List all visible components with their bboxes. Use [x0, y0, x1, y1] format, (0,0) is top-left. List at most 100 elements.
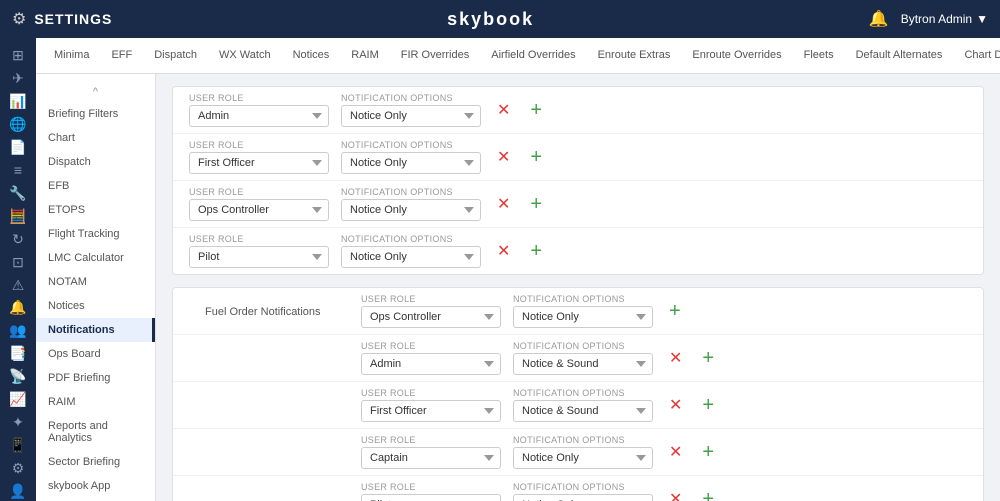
- secondary-item-skybook-app[interactable]: skybook App: [36, 474, 155, 498]
- tab-eff[interactable]: EFF: [101, 38, 142, 73]
- sidebar-icon-alert[interactable]: ⚠: [2, 276, 34, 295]
- tab-fir-overrides[interactable]: FIR Overrides: [391, 38, 479, 73]
- sidebar-icon-ops[interactable]: ⊡: [2, 253, 34, 272]
- sidebar-icon-bell[interactable]: 🔔: [2, 298, 34, 317]
- tab-default-alternates[interactable]: Default Alternates: [846, 38, 953, 73]
- sidebar-icon-pdf[interactable]: 📑: [2, 344, 34, 363]
- sidebar-icon-doc[interactable]: 📄: [2, 138, 34, 157]
- secondary-item-sector-briefing[interactable]: Sector Briefing: [36, 450, 155, 474]
- remove-row-button[interactable]: ✕: [493, 100, 514, 120]
- tab-chart-defaults[interactable]: Chart Defaults: [954, 38, 1000, 73]
- sidebar-icon-grid[interactable]: ⊞: [2, 46, 34, 65]
- notification-options-select[interactable]: Notice Only Notice & Sound None: [341, 246, 481, 268]
- tab-minima[interactable]: Minima: [44, 38, 99, 73]
- tab-wx-watch[interactable]: WX Watch: [209, 38, 281, 73]
- tab-dispatch[interactable]: Dispatch: [144, 38, 207, 73]
- sidebar-icon-sector[interactable]: ✦: [2, 413, 34, 432]
- tab-airfield-overrides[interactable]: Airfield Overrides: [481, 38, 585, 73]
- header-title: SETTINGS: [34, 11, 112, 27]
- notification-options-select[interactable]: Notice Only Notice & Sound None: [341, 199, 481, 221]
- secondary-item-notam[interactable]: NOTAM: [36, 270, 155, 294]
- user-role-group: User Role Admin First Officer Ops Contro…: [361, 435, 501, 469]
- sidebar-icon-people[interactable]: 👥: [2, 321, 34, 340]
- secondary-item-reports-analytics[interactable]: Reports and Analytics: [36, 414, 155, 450]
- sidebar-icon-chart[interactable]: 📊: [2, 92, 34, 111]
- header-bell-icon[interactable]: 🔔: [869, 9, 889, 29]
- add-row-button[interactable]: +: [698, 441, 718, 464]
- notification-options-select[interactable]: Notice Only Notice & Sound None: [341, 105, 481, 127]
- sidebar-icon-calc[interactable]: 🧮: [2, 207, 34, 226]
- secondary-item-notifications[interactable]: Notifications: [36, 318, 155, 342]
- secondary-item-briefing-filters[interactable]: Briefing Filters: [36, 102, 155, 126]
- add-row-button[interactable]: +: [526, 99, 546, 122]
- add-row-button[interactable]: +: [665, 300, 685, 323]
- remove-row-button[interactable]: ✕: [665, 442, 686, 462]
- sidebar-icon-plane[interactable]: ✈: [2, 69, 34, 88]
- notification-options-select[interactable]: Notice Only Notice & Sound None: [513, 400, 653, 422]
- user-role-select[interactable]: Admin First Officer Ops Controller Capta…: [361, 494, 501, 501]
- header-user[interactable]: Bytron Admin ▼: [901, 12, 988, 26]
- notification-options-select[interactable]: Notice Only Notice & Sound None: [341, 152, 481, 174]
- remove-row-button[interactable]: ✕: [493, 241, 514, 261]
- notification-options-label: Notification Options: [513, 388, 653, 398]
- add-row-button[interactable]: +: [698, 394, 718, 417]
- secondary-sidebar-collapse[interactable]: ^: [36, 82, 155, 102]
- user-role-select[interactable]: Admin First Officer Ops Controller Capta…: [361, 447, 501, 469]
- secondary-item-chart[interactable]: Chart: [36, 126, 155, 150]
- remove-row-button[interactable]: ✕: [665, 489, 686, 501]
- add-row-button[interactable]: +: [698, 347, 718, 370]
- tab-notices[interactable]: Notices: [283, 38, 340, 73]
- notification-options-label: Notification Options: [341, 187, 481, 197]
- notification-row: User Role Admin First Officer Ops Contro…: [173, 476, 983, 501]
- sidebar-icon-refresh[interactable]: ↻: [2, 230, 34, 249]
- notification-options-group: Notification Options Notice Only Notice …: [341, 187, 481, 221]
- tab-enroute-extras[interactable]: Enroute Extras: [588, 38, 681, 73]
- secondary-item-dispatch[interactable]: Dispatch: [36, 150, 155, 174]
- remove-row-button[interactable]: ✕: [493, 194, 514, 214]
- user-role-select[interactable]: Admin First Officer Ops Controller Capta…: [189, 199, 329, 221]
- remove-row-button[interactable]: ✕: [665, 395, 686, 415]
- add-row-button[interactable]: +: [526, 240, 546, 263]
- sidebar-icon-globe[interactable]: 🌐: [2, 115, 34, 134]
- icon-sidebar: ⊞ ✈ 📊 🌐 📄 ≡ 🔧 🧮 ↻ ⊡ ⚠ 🔔 👥 📑 📡 📈 ✦ 📱 ⚙ 👤: [0, 38, 36, 501]
- sidebar-icon-tools[interactable]: 🔧: [2, 184, 34, 203]
- secondary-item-pdf-briefing[interactable]: PDF Briefing: [36, 366, 155, 390]
- tab-raim[interactable]: RAIM: [341, 38, 389, 73]
- notification-row: Fuel Order Notifications User Role Admin…: [173, 288, 983, 335]
- user-role-select[interactable]: Admin First Officer Ops Controller Capta…: [361, 353, 501, 375]
- sidebar-icon-settings2[interactable]: ⚙: [2, 459, 34, 478]
- user-role-select[interactable]: Admin First Officer Ops Controller Capta…: [361, 400, 501, 422]
- add-row-button[interactable]: +: [526, 146, 546, 169]
- notification-options-select[interactable]: Notice Only Notice & Sound None: [513, 353, 653, 375]
- sidebar-icon-phone[interactable]: 📱: [2, 436, 34, 455]
- sidebar-icon-user[interactable]: 👤: [2, 482, 34, 501]
- remove-row-button[interactable]: ✕: [493, 147, 514, 167]
- notification-options-label: Notification Options: [513, 482, 653, 492]
- user-role-label: User Role: [361, 482, 501, 492]
- tab-fleets[interactable]: Fleets: [794, 38, 844, 73]
- user-role-select[interactable]: Admin First Officer Ops Controller Capta…: [189, 105, 329, 127]
- notification-options-select[interactable]: Notice Only Notice & Sound None: [513, 447, 653, 469]
- sidebar-icon-wifi[interactable]: 📡: [2, 367, 34, 386]
- add-row-button[interactable]: +: [526, 193, 546, 216]
- secondary-item-ops-board[interactable]: Ops Board: [36, 342, 155, 366]
- user-role-select[interactable]: Admin First Officer Ops Controller Capta…: [189, 152, 329, 174]
- secondary-item-etops[interactable]: ETOPS: [36, 198, 155, 222]
- notification-options-select[interactable]: Notice Only Notice & Sound None: [513, 306, 653, 328]
- tab-enroute-overrides[interactable]: Enroute Overrides: [682, 38, 791, 73]
- sidebar-icon-analytics[interactable]: 📈: [2, 390, 34, 409]
- secondary-item-lmc-calculator[interactable]: LMC Calculator: [36, 246, 155, 270]
- user-role-select[interactable]: Admin First Officer Ops Controller Capta…: [361, 306, 501, 328]
- sidebar-icon-layers[interactable]: ≡: [2, 161, 34, 180]
- add-row-button[interactable]: +: [698, 488, 718, 501]
- notification-options-select[interactable]: Notice Only Notice & Sound None: [513, 494, 653, 501]
- remove-row-button[interactable]: ✕: [665, 348, 686, 368]
- header: ⚙ SETTINGS skybook 🔔 Bytron Admin ▼: [0, 0, 1000, 38]
- secondary-item-efb[interactable]: EFB: [36, 174, 155, 198]
- secondary-item-notices[interactable]: Notices: [36, 294, 155, 318]
- notification-options-label: Notification Options: [341, 140, 481, 150]
- notification-row: User Role Admin First Officer Ops Contro…: [173, 382, 983, 429]
- secondary-item-flight-tracking[interactable]: Flight Tracking: [36, 222, 155, 246]
- user-role-select[interactable]: Admin First Officer Ops Controller Capta…: [189, 246, 329, 268]
- secondary-item-raim[interactable]: RAIM: [36, 390, 155, 414]
